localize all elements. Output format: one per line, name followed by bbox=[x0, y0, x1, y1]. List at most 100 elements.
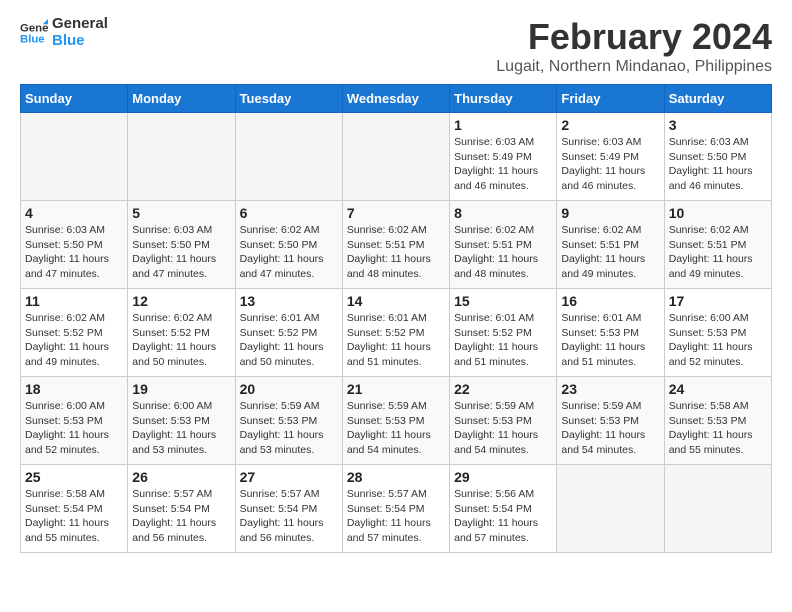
day-number: 10 bbox=[669, 205, 767, 221]
calendar-cell: 27 Sunrise: 5:57 AM Sunset: 5:54 PM Dayli… bbox=[235, 465, 342, 553]
day-info: Sunrise: 5:57 AM Sunset: 5:54 PM Dayligh… bbox=[240, 487, 338, 546]
day-number: 12 bbox=[132, 293, 230, 309]
calendar-cell: 1 Sunrise: 6:03 AM Sunset: 5:49 PM Daylig… bbox=[450, 113, 557, 201]
day-number: 24 bbox=[669, 381, 767, 397]
day-header-monday: Monday bbox=[128, 85, 235, 113]
day-info: Sunrise: 6:00 AM Sunset: 5:53 PM Dayligh… bbox=[132, 399, 230, 458]
day-number: 18 bbox=[25, 381, 123, 397]
location-title: Lugait, Northern Mindanao, Philippines bbox=[496, 58, 772, 76]
calendar-cell: 15 Sunrise: 6:01 AM Sunset: 5:52 PM Dayli… bbox=[450, 289, 557, 377]
day-header-sunday: Sunday bbox=[21, 85, 128, 113]
day-info: Sunrise: 5:59 AM Sunset: 5:53 PM Dayligh… bbox=[454, 399, 552, 458]
day-number: 7 bbox=[347, 205, 445, 221]
day-number: 25 bbox=[25, 469, 123, 485]
day-info: Sunrise: 6:02 AM Sunset: 5:50 PM Dayligh… bbox=[240, 223, 338, 282]
day-header-tuesday: Tuesday bbox=[235, 85, 342, 113]
day-info: Sunrise: 6:03 AM Sunset: 5:49 PM Dayligh… bbox=[454, 135, 552, 194]
day-info: Sunrise: 5:57 AM Sunset: 5:54 PM Dayligh… bbox=[132, 487, 230, 546]
day-header-thursday: Thursday bbox=[450, 85, 557, 113]
calendar-cell: 21 Sunrise: 5:59 AM Sunset: 5:53 PM Dayli… bbox=[342, 377, 449, 465]
week-row-4: 18 Sunrise: 6:00 AM Sunset: 5:53 PM Dayli… bbox=[21, 377, 772, 465]
calendar-cell bbox=[21, 113, 128, 201]
calendar-cell: 4 Sunrise: 6:03 AM Sunset: 5:50 PM Daylig… bbox=[21, 201, 128, 289]
calendar-cell: 9 Sunrise: 6:02 AM Sunset: 5:51 PM Daylig… bbox=[557, 201, 664, 289]
day-number: 20 bbox=[240, 381, 338, 397]
calendar-cell: 23 Sunrise: 5:59 AM Sunset: 5:53 PM Dayli… bbox=[557, 377, 664, 465]
day-number: 4 bbox=[25, 205, 123, 221]
day-number: 27 bbox=[240, 469, 338, 485]
calendar-cell bbox=[342, 113, 449, 201]
day-number: 21 bbox=[347, 381, 445, 397]
day-info: Sunrise: 6:01 AM Sunset: 5:52 PM Dayligh… bbox=[347, 311, 445, 370]
calendar-cell: 11 Sunrise: 6:02 AM Sunset: 5:52 PM Dayli… bbox=[21, 289, 128, 377]
day-number: 19 bbox=[132, 381, 230, 397]
day-number: 2 bbox=[561, 117, 659, 133]
day-info: Sunrise: 6:03 AM Sunset: 5:50 PM Dayligh… bbox=[132, 223, 230, 282]
day-info: Sunrise: 5:59 AM Sunset: 5:53 PM Dayligh… bbox=[347, 399, 445, 458]
day-number: 14 bbox=[347, 293, 445, 309]
day-number: 3 bbox=[669, 117, 767, 133]
calendar-cell: 10 Sunrise: 6:02 AM Sunset: 5:51 PM Dayli… bbox=[664, 201, 771, 289]
week-row-1: 1 Sunrise: 6:03 AM Sunset: 5:49 PM Daylig… bbox=[21, 113, 772, 201]
day-number: 29 bbox=[454, 469, 552, 485]
logo-line2: Blue bbox=[52, 33, 108, 50]
calendar-cell: 2 Sunrise: 6:03 AM Sunset: 5:49 PM Daylig… bbox=[557, 113, 664, 201]
calendar-cell: 16 Sunrise: 6:01 AM Sunset: 5:53 PM Dayli… bbox=[557, 289, 664, 377]
calendar-cell bbox=[557, 465, 664, 553]
calendar-cell: 25Sunrise: 5:58 AM Sunset: 5:54 PM Dayli… bbox=[21, 465, 128, 553]
day-info: Sunrise: 5:56 AM Sunset: 5:54 PM Dayligh… bbox=[454, 487, 552, 546]
day-number: 6 bbox=[240, 205, 338, 221]
day-info: Sunrise: 6:03 AM Sunset: 5:50 PM Dayligh… bbox=[669, 135, 767, 194]
day-number: 16 bbox=[561, 293, 659, 309]
day-header-friday: Friday bbox=[557, 85, 664, 113]
day-number: 26 bbox=[132, 469, 230, 485]
day-number: 5 bbox=[132, 205, 230, 221]
day-header-wednesday: Wednesday bbox=[342, 85, 449, 113]
logo-line1: General bbox=[52, 16, 108, 33]
day-info: Sunrise: 6:02 AM Sunset: 5:51 PM Dayligh… bbox=[669, 223, 767, 282]
calendar-cell: 12 Sunrise: 6:02 AM Sunset: 5:52 PM Dayli… bbox=[128, 289, 235, 377]
day-info: Sunrise: 6:00 AM Sunset: 5:53 PM Dayligh… bbox=[25, 399, 123, 458]
week-row-3: 11 Sunrise: 6:02 AM Sunset: 5:52 PM Dayli… bbox=[21, 289, 772, 377]
day-header-saturday: Saturday bbox=[664, 85, 771, 113]
calendar-cell: 29 Sunrise: 5:56 AM Sunset: 5:54 PM Dayli… bbox=[450, 465, 557, 553]
day-number: 28 bbox=[347, 469, 445, 485]
day-info: Sunrise: 5:58 AM Sunset: 5:53 PM Dayligh… bbox=[669, 399, 767, 458]
day-info: Sunrise: 6:03 AM Sunset: 5:50 PM Dayligh… bbox=[25, 223, 123, 282]
month-title: February 2024 bbox=[496, 16, 772, 58]
calendar-cell: 8 Sunrise: 6:02 AM Sunset: 5:51 PM Daylig… bbox=[450, 201, 557, 289]
calendar-cell: 14 Sunrise: 6:01 AM Sunset: 5:52 PM Dayli… bbox=[342, 289, 449, 377]
logo: General Blue General Blue bbox=[20, 16, 108, 49]
calendar-cell bbox=[664, 465, 771, 553]
day-number: 8 bbox=[454, 205, 552, 221]
day-number: 23 bbox=[561, 381, 659, 397]
day-info: Sunrise: 6:02 AM Sunset: 5:52 PM Dayligh… bbox=[25, 311, 123, 370]
day-number: 22 bbox=[454, 381, 552, 397]
week-row-5: 25Sunrise: 5:58 AM Sunset: 5:54 PM Dayli… bbox=[21, 465, 772, 553]
day-info: Sunrise: 6:01 AM Sunset: 5:53 PM Dayligh… bbox=[561, 311, 659, 370]
calendar-cell bbox=[128, 113, 235, 201]
calendar-cell: 17Sunrise: 6:00 AM Sunset: 5:53 PM Dayli… bbox=[664, 289, 771, 377]
calendar-cell: 26 Sunrise: 5:57 AM Sunset: 5:54 PM Dayli… bbox=[128, 465, 235, 553]
header: General Blue General Blue February 2024 … bbox=[20, 16, 772, 76]
calendar-cell: 6 Sunrise: 6:02 AM Sunset: 5:50 PM Daylig… bbox=[235, 201, 342, 289]
day-info: Sunrise: 6:02 AM Sunset: 5:51 PM Dayligh… bbox=[454, 223, 552, 282]
calendar-cell: 22 Sunrise: 5:59 AM Sunset: 5:53 PM Dayli… bbox=[450, 377, 557, 465]
day-number: 15 bbox=[454, 293, 552, 309]
day-info: Sunrise: 6:02 AM Sunset: 5:51 PM Dayligh… bbox=[347, 223, 445, 282]
day-info: Sunrise: 5:59 AM Sunset: 5:53 PM Dayligh… bbox=[561, 399, 659, 458]
calendar-cell: 28Sunrise: 5:57 AM Sunset: 5:54 PM Dayli… bbox=[342, 465, 449, 553]
calendar-body: 1 Sunrise: 6:03 AM Sunset: 5:49 PM Daylig… bbox=[21, 113, 772, 553]
calendar-cell: 3 Sunrise: 6:03 AM Sunset: 5:50 PM Daylig… bbox=[664, 113, 771, 201]
day-info: Sunrise: 6:02 AM Sunset: 5:51 PM Dayligh… bbox=[561, 223, 659, 282]
day-number: 17 bbox=[669, 293, 767, 309]
day-info: Sunrise: 6:01 AM Sunset: 5:52 PM Dayligh… bbox=[454, 311, 552, 370]
day-number: 11 bbox=[25, 293, 123, 309]
day-info: Sunrise: 6:01 AM Sunset: 5:52 PM Dayligh… bbox=[240, 311, 338, 370]
day-number: 9 bbox=[561, 205, 659, 221]
day-number: 1 bbox=[454, 117, 552, 133]
day-info: Sunrise: 6:02 AM Sunset: 5:52 PM Dayligh… bbox=[132, 311, 230, 370]
calendar-cell: 7 Sunrise: 6:02 AM Sunset: 5:51 PM Daylig… bbox=[342, 201, 449, 289]
day-info: Sunrise: 6:03 AM Sunset: 5:49 PM Dayligh… bbox=[561, 135, 659, 194]
calendar-cell bbox=[235, 113, 342, 201]
